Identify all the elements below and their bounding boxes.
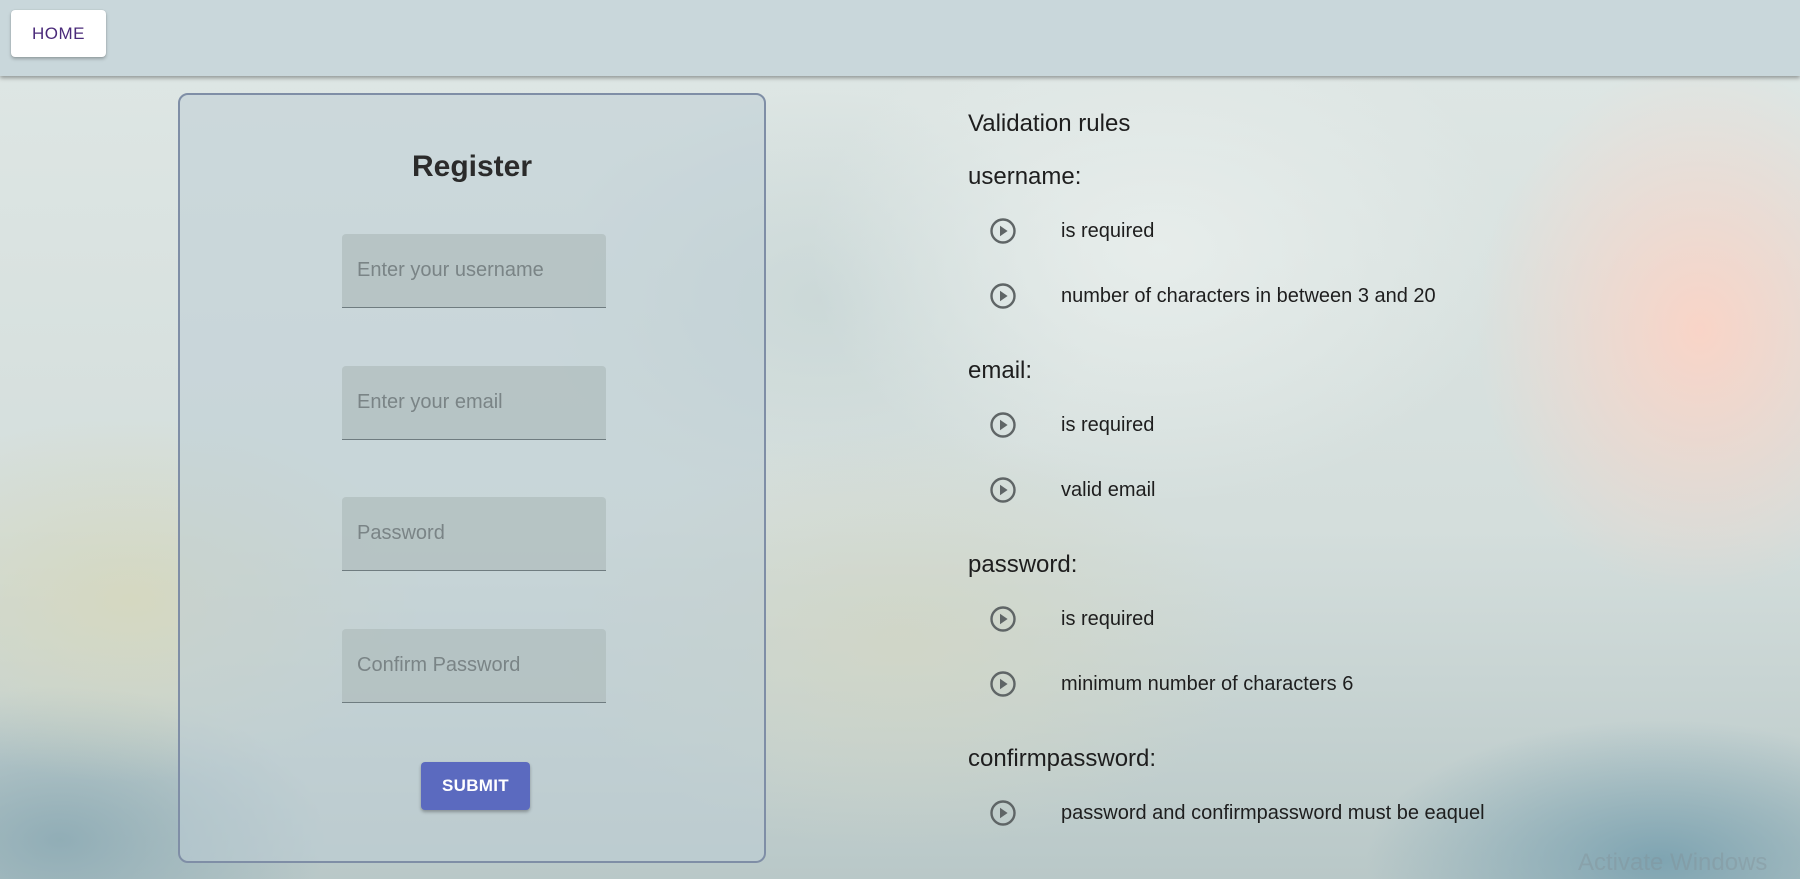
confirm-password-field: [342, 629, 606, 703]
username-field: [342, 234, 606, 308]
rule-item: number of characters in between 3 and 20: [989, 279, 1436, 313]
play-circle-icon: [989, 799, 1017, 827]
email-input[interactable]: [342, 366, 606, 439]
rule-group-email-title: email:: [968, 357, 1033, 384]
play-circle-icon: [989, 411, 1017, 439]
play-circle-icon: [989, 217, 1017, 245]
submit-button[interactable]: SUBMIT: [421, 762, 530, 810]
play-circle-icon: [989, 605, 1017, 633]
rule-item: minimum number of characters 6: [989, 667, 1353, 701]
email-field: [342, 366, 606, 440]
app-bar: HOME: [0, 0, 1800, 76]
rule-text: is required: [1061, 219, 1155, 242]
rule-item: is required: [989, 602, 1154, 636]
play-circle-icon: [989, 282, 1017, 310]
rule-text: minimum number of characters 6: [1061, 672, 1354, 695]
rule-group-password-title: password:: [968, 551, 1078, 578]
home-button[interactable]: HOME: [11, 10, 106, 57]
os-activation-watermark: Activate Windows: [1578, 849, 1768, 876]
rule-item: password and confirmpassword must be eaq…: [989, 796, 1485, 830]
rule-group-username-title: username:: [968, 163, 1082, 190]
validation-rules-title: Validation rules: [968, 110, 1131, 137]
play-circle-icon: [989, 670, 1017, 698]
play-circle-icon: [989, 476, 1017, 504]
rule-item: is required: [989, 214, 1154, 248]
confirm-password-input[interactable]: [342, 629, 606, 702]
rule-item: valid email: [989, 473, 1155, 507]
rule-item: is required: [989, 408, 1154, 442]
rule-text: number of characters in between 3 and 20: [1061, 284, 1436, 307]
register-title: Register: [411, 150, 533, 183]
rule-text: password and confirmpassword must be eaq…: [1061, 801, 1485, 824]
register-card: Register SUBMIT: [178, 93, 766, 863]
password-input[interactable]: [342, 497, 606, 570]
rule-text: valid email: [1061, 478, 1156, 501]
password-field: [342, 497, 606, 571]
username-input[interactable]: [342, 234, 606, 307]
rule-group-confirmpassword-title: confirmpassword:: [968, 745, 1157, 772]
rule-text: is required: [1061, 413, 1155, 436]
rule-text: is required: [1061, 607, 1155, 630]
